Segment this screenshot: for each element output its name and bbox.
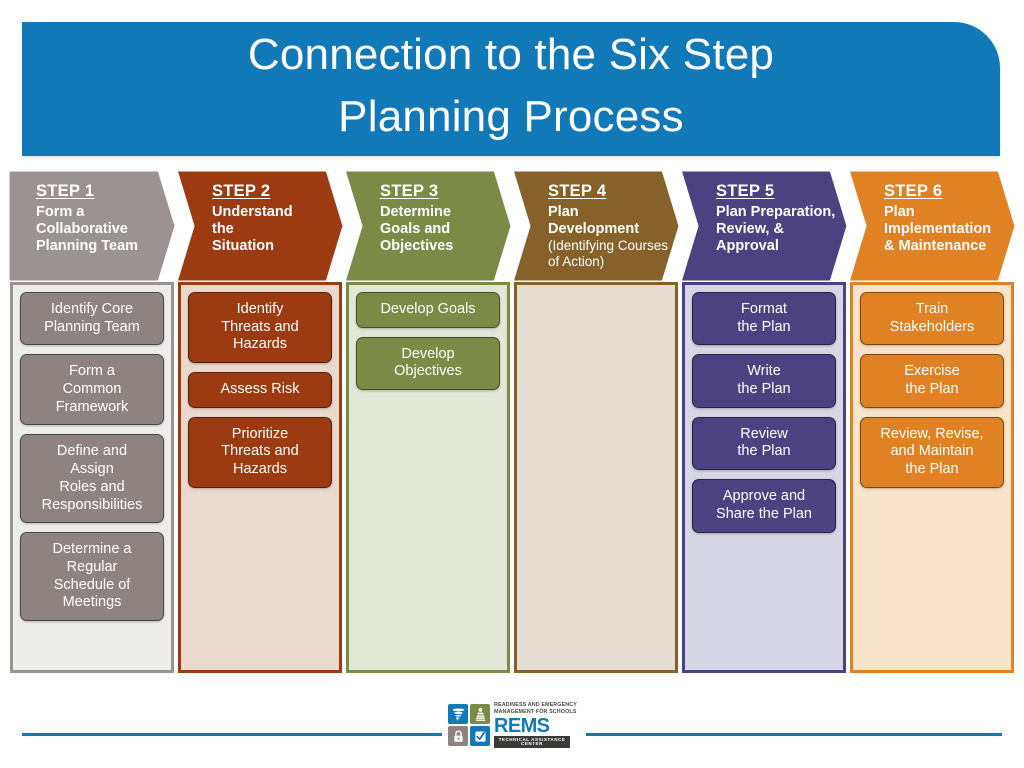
step-title-2: Understand the Situation — [212, 204, 293, 255]
rems-name: REMS — [494, 714, 550, 737]
step-2-item-2[interactable]: Assess Risk — [188, 372, 332, 408]
step-number-5: STEP 5 — [716, 182, 775, 200]
step-number-1: STEP 1 — [36, 182, 95, 200]
checkbox-icon — [470, 726, 490, 746]
step-2-item-1[interactable]: Identify Threats and Hazards — [188, 292, 332, 364]
step-body-3: Develop Goals Develop Objectives — [346, 282, 510, 673]
step-1-item-2[interactable]: Form a Common Framework — [20, 354, 164, 426]
step-6-item-3[interactable]: Review, Revise, and Maintain the Plan — [860, 416, 1004, 488]
footer-rule-right — [586, 733, 1002, 736]
step-3-item-1[interactable]: Develop Goals — [356, 292, 500, 328]
step-5-item-2[interactable]: Write the Plan — [692, 354, 836, 408]
step-2-item-3[interactable]: Prioritize Threats and Hazards — [188, 416, 332, 488]
step-column-1[interactable]: STEP 1 Form a Collaborative Planning Team… — [8, 170, 176, 673]
title-banner: Connection to the Six Step Planning Proc… — [22, 22, 1000, 156]
tornado-icon — [448, 704, 468, 724]
rems-band: TECHNICAL ASSISTANCE CENTER — [494, 736, 570, 748]
step-column-4[interactable]: STEP 4 Plan Development (Identifying Cours… — [512, 170, 680, 673]
rems-tagline: READINESS AND EMERGENCY MANAGEMENT FOR S… — [494, 702, 577, 715]
step-number-3: STEP 3 — [380, 182, 439, 200]
footer-rule-left — [22, 733, 442, 736]
first-aid-icon — [470, 704, 490, 724]
step-6-item-2[interactable]: Exercise the Plan — [860, 354, 1004, 408]
step-header-2: STEP 2 Understand the Situation — [176, 170, 344, 282]
step-body-2: Identify Threats and Hazards Assess Risk P… — [178, 282, 342, 673]
step-header-6: STEP 6 Plan Implementation & Maintenance — [848, 170, 1016, 282]
step-title-3: Determine Goals and Objectives — [380, 204, 454, 255]
step-title-4: Plan Development — [548, 204, 640, 238]
slide-canvas: Connection to the Six Step Planning Proc… — [0, 0, 1024, 768]
step-1-item-1[interactable]: Identify Core Planning Team — [20, 292, 164, 346]
step-3-item-2[interactable]: Develop Objectives — [356, 336, 500, 391]
step-header-4: STEP 4 Plan Development (Identifying Cours… — [512, 170, 680, 282]
rems-logo: READINESS AND EMERGENCY MANAGEMENT FOR S… — [448, 701, 580, 749]
step-1-item-3[interactable]: Define and Assign Roles and Responsibili… — [20, 434, 164, 524]
rems-logo-tiles — [448, 704, 490, 746]
step-title-5: Plan Preparation, Review, & Approval — [716, 204, 836, 255]
six-step-process-diagram: STEP 1 Form a Collaborative Planning Team… — [8, 170, 1016, 673]
step-subtitle-4: (Identifying Courses of Action) — [548, 238, 669, 270]
step-body-5: Format the Plan Write the Plan Review the … — [682, 282, 846, 673]
step-column-3[interactable]: STEP 3 Determine Goals and Objectives Deve… — [344, 170, 512, 673]
step-body-4 — [514, 282, 678, 673]
step-5-item-3[interactable]: Review the Plan — [692, 416, 836, 471]
step-header-1: STEP 1 Form a Collaborative Planning Team — [8, 170, 176, 282]
step-number-2: STEP 2 — [212, 182, 271, 200]
step-column-5[interactable]: STEP 5 Plan Preparation, Review, & Approv… — [680, 170, 848, 673]
step-header-5: STEP 5 Plan Preparation, Review, & Approv… — [680, 170, 848, 282]
page-title: Connection to the Six Step Planning Proc… — [247, 29, 775, 141]
step-6-item-1[interactable]: Train Stakeholders — [860, 292, 1004, 346]
step-1-item-4[interactable]: Determine a Regular Schedule of Meetings — [20, 532, 164, 621]
step-number-4: STEP 4 — [548, 182, 607, 200]
rems-logo-wordmark: READINESS AND EMERGENCY MANAGEMENT FOR S… — [494, 702, 580, 748]
step-column-2[interactable]: STEP 2 Understand the Situation Identify T… — [176, 170, 344, 673]
step-number-6: STEP 6 — [884, 182, 943, 200]
step-column-6[interactable]: STEP 6 Plan Implementation & Maintenance T… — [848, 170, 1016, 673]
step-header-3: STEP 3 Determine Goals and Objectives — [344, 170, 512, 282]
step-title-1: Form a Collaborative Planning Team — [36, 204, 139, 255]
step-body-6: Train Stakeholders Exercise the Plan Revie… — [850, 282, 1014, 673]
padlock-icon — [448, 726, 468, 746]
step-5-item-1[interactable]: Format the Plan — [692, 292, 836, 346]
step-title-6: Plan Implementation & Maintenance — [884, 204, 992, 255]
step-5-item-4[interactable]: Approve and Share the Plan — [692, 479, 836, 533]
step-body-1: Identify Core Planning Team Form a Common… — [10, 282, 174, 673]
